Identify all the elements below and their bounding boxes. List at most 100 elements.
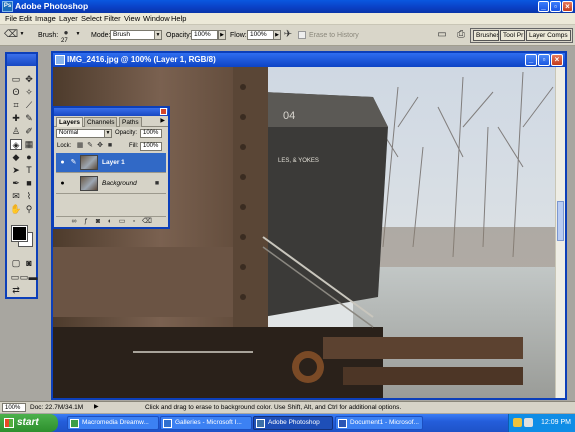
menu-filter[interactable]: Filter: [104, 14, 121, 24]
internet-explorer-icon: [163, 419, 172, 428]
layer-visibility-eye-icon[interactable]: ●: [58, 158, 67, 167]
eraser-tool-icon[interactable]: ⌫: [4, 29, 18, 41]
foreground-color-swatch[interactable]: [11, 225, 28, 242]
layer-style-icon[interactable]: ƒ: [82, 218, 90, 226]
vertical-scrollbar[interactable]: [555, 67, 565, 398]
tab-paths[interactable]: Paths: [119, 117, 142, 127]
layer-brush-link-icon[interactable]: ✎: [69, 158, 78, 167]
zoom-field[interactable]: 100%: [2, 403, 26, 412]
quick-mask-icon[interactable]: ◙: [23, 258, 35, 269]
erase-to-history-checkbox[interactable]: [298, 31, 306, 39]
adjustment-layer-icon[interactable]: ◐: [106, 218, 114, 226]
layer-visibility-eye-icon[interactable]: ●: [58, 179, 67, 188]
blend-mode-select[interactable]: Normal: [56, 129, 111, 138]
dodge-tool-icon[interactable]: ●: [23, 152, 35, 163]
layers-palette-header[interactable]: [54, 108, 168, 116]
layers-opacity-field[interactable]: 100%: [140, 129, 162, 138]
crop-tool-icon[interactable]: ⌗: [10, 100, 22, 111]
taskbar-galleries[interactable]: Galleries - Microsoft I...: [160, 416, 252, 430]
well-tab-layer-comps[interactable]: Layer Comps: [526, 30, 571, 41]
pen-tool-icon[interactable]: ✒: [10, 178, 22, 189]
layer-row-layer-1[interactable]: ● ✎ Layer 1: [56, 153, 166, 173]
status-arrow[interactable]: ▶: [94, 402, 99, 413]
flow-slider-arrow[interactable]: ▶: [273, 30, 281, 40]
menu-window[interactable]: Window: [143, 14, 170, 24]
lock-position-icon[interactable]: ✥: [96, 142, 104, 150]
lock-all-icon[interactable]: ■: [106, 142, 114, 150]
blend-mode-arrow[interactable]: ▼: [104, 129, 112, 138]
taskbar-dreamweaver[interactable]: Macromedia Dreamw...: [67, 416, 159, 430]
mode-dropdown-arrow[interactable]: ▼: [154, 30, 162, 40]
start-button[interactable]: start: [0, 414, 58, 432]
brush-tool-icon[interactable]: ✎: [23, 113, 35, 124]
minimize-button[interactable]: _: [538, 1, 549, 12]
move-tool-icon[interactable]: ✥: [23, 74, 35, 85]
layer-mask-icon[interactable]: ◙: [94, 218, 102, 226]
title-bar[interactable]: Ps Adobe Photoshop _ ▫ ×: [0, 0, 575, 13]
menu-help[interactable]: Help: [171, 14, 186, 24]
hand-tool-icon[interactable]: ✋: [10, 204, 22, 215]
type-tool-icon[interactable]: T: [23, 165, 35, 176]
gradient-tool-icon[interactable]: ▦: [23, 139, 35, 150]
layer-row-background[interactable]: ● Background ■: [56, 174, 166, 194]
well-tab-brushes[interactable]: Brushes: [473, 30, 499, 41]
lock-transparency-icon[interactable]: ▦: [76, 142, 84, 150]
toolbox-header[interactable]: [7, 54, 36, 66]
menu-file[interactable]: File: [5, 14, 17, 24]
doc-minimize-button[interactable]: _: [525, 54, 537, 66]
document-title-bar[interactable]: IMG_2416.jpg @ 100% (Layer 1, RGB/8) _ ▫…: [53, 53, 565, 67]
path-select-icon[interactable]: ➤: [10, 165, 22, 176]
shape-tool-icon[interactable]: ■: [23, 178, 35, 189]
taskbar-word[interactable]: Document1 - Microsof...: [335, 416, 423, 430]
opacity-slider-arrow[interactable]: ▶: [218, 30, 226, 40]
eyedropper-icon[interactable]: ⌇: [23, 191, 35, 202]
tab-layers[interactable]: Layers: [56, 117, 83, 127]
clock[interactable]: 12:09 PM: [541, 414, 571, 432]
menu-image[interactable]: Image: [35, 14, 56, 24]
menu-view[interactable]: View: [124, 14, 140, 24]
airbrush-icon[interactable]: ✈: [282, 29, 294, 41]
maximize-button[interactable]: ▫: [550, 1, 561, 12]
scrollbar-thumb[interactable]: [557, 201, 564, 241]
opacity-field[interactable]: 100%: [191, 30, 218, 40]
well-tab-tool-presets[interactable]: Tool Pr: [500, 30, 525, 41]
history-brush-icon[interactable]: ✐: [23, 126, 35, 137]
file-browser-icon[interactable]: ▭: [436, 29, 448, 41]
eraser-tool-icon-active[interactable]: ◈: [10, 139, 22, 150]
clone-stamp-icon[interactable]: ♙: [10, 126, 22, 137]
zoom-tool-icon[interactable]: ⚲: [23, 204, 35, 215]
marquee-tool-icon[interactable]: ▭: [10, 74, 22, 85]
tool-preset-arrow[interactable]: ▼: [18, 30, 26, 40]
jump-to-imageready-icon[interactable]: ⇄: [10, 285, 22, 296]
taskbar-photoshop[interactable]: Adobe Photoshop: [253, 416, 333, 430]
tray-icon-2[interactable]: [524, 418, 533, 427]
menu-edit[interactable]: Edit: [19, 14, 32, 24]
menu-select[interactable]: Select: [81, 14, 102, 24]
fill-field[interactable]: 100%: [140, 142, 162, 151]
close-button[interactable]: ×: [562, 1, 573, 12]
photoshop-icon[interactable]: Ps: [2, 1, 13, 12]
new-layer-icon[interactable]: ▫: [130, 218, 138, 226]
tray-icon-1[interactable]: [513, 418, 522, 427]
tab-channels[interactable]: Channels: [84, 117, 118, 127]
delete-layer-icon[interactable]: ⌫: [142, 218, 152, 226]
link-layers-icon[interactable]: ∞: [70, 218, 78, 226]
slice-tool-icon[interactable]: ⟋: [23, 100, 35, 111]
blur-tool-icon[interactable]: ◆: [10, 152, 22, 163]
doc-close-button[interactable]: ×: [551, 54, 563, 66]
layers-close-icon[interactable]: [160, 108, 167, 115]
lasso-tool-icon[interactable]: ʘ: [10, 87, 22, 98]
menu-layer[interactable]: Layer: [59, 14, 78, 24]
doc-maximize-button[interactable]: ▫: [538, 54, 550, 66]
notes-tool-icon[interactable]: ✉: [10, 191, 22, 202]
screen-mode-3-icon[interactable]: ▬: [27, 272, 39, 283]
magic-wand-icon[interactable]: ✧: [23, 87, 35, 98]
healing-brush-icon[interactable]: ✚: [10, 113, 22, 124]
flow-field[interactable]: 100%: [247, 30, 274, 40]
print-icon[interactable]: ⎙: [455, 29, 467, 41]
palette-menu-arrow[interactable]: ▶: [160, 117, 165, 124]
standard-mode-icon[interactable]: ▢: [10, 258, 22, 269]
lock-image-icon[interactable]: ✎: [86, 142, 94, 150]
new-group-icon[interactable]: ▭: [118, 218, 126, 226]
brush-picker-arrow[interactable]: ▼: [74, 30, 82, 40]
